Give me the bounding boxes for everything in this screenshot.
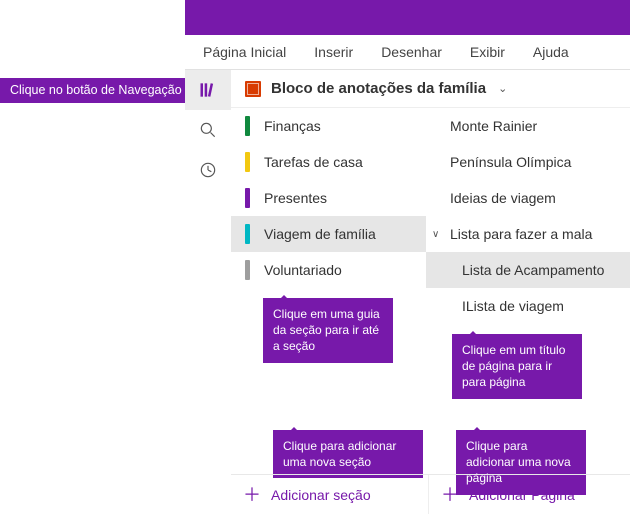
page-item[interactable]: Lista de Acampamento (426, 252, 630, 288)
add-section-button[interactable]: ＋ Adicionar seção (231, 475, 428, 514)
chevron-down-icon: ⌄ (498, 82, 507, 95)
section-label: Tarefas de casa (264, 154, 363, 170)
callout-section-tab: Clique em uma guia da seção para ir até … (263, 298, 393, 363)
page-label: Lista para fazer a mala (450, 226, 592, 242)
section-item[interactable]: Presentes (231, 180, 426, 216)
notebook-picker[interactable]: Bloco de anotações da família ⌄ (231, 70, 630, 108)
page-label: Monte Rainier (450, 118, 537, 134)
section-label: Presentes (264, 190, 327, 206)
notebook-icon (245, 81, 261, 97)
add-page-label: Adicionar Página (469, 487, 575, 503)
page-item[interactable]: Ideias de viagem (426, 180, 630, 216)
section-color-tab (245, 152, 250, 172)
tab-view[interactable]: Exibir (470, 44, 505, 60)
add-page-button[interactable]: ＋ Adicionar Página (428, 475, 630, 514)
notebook-title: Bloco de anotações da família (271, 80, 486, 97)
page-label: ILista de viagem (462, 298, 564, 314)
section-item[interactable]: Voluntariado (231, 252, 426, 288)
page-label: Ideias de viagem (450, 190, 556, 206)
nav-button[interactable] (185, 70, 231, 110)
clock-icon (198, 160, 218, 180)
section-color-tab (245, 188, 250, 208)
section-label: Viagem de família (264, 226, 376, 242)
page-item[interactable]: Monte Rainier (426, 108, 630, 144)
plus-icon: ＋ (243, 486, 261, 504)
add-row: ＋ Adicionar seção ＋ Adicionar Página (231, 474, 630, 514)
plus-icon: ＋ (441, 486, 459, 504)
ribbon-tabs: Página Inicial Inserir Desenhar Exibir A… (185, 35, 630, 70)
tab-insert[interactable]: Inserir (314, 44, 353, 60)
tab-draw[interactable]: Desenhar (381, 44, 442, 60)
search-button[interactable] (185, 110, 231, 150)
callout-add-section: Clique para adicionar uma nova seção (273, 430, 423, 478)
title-bar (185, 0, 630, 35)
page-label: Lista de Acampamento (462, 262, 604, 278)
section-item[interactable]: Finanças (231, 108, 426, 144)
chevron-down-icon[interactable]: ∨ (432, 229, 439, 240)
add-section-label: Adicionar seção (271, 487, 371, 503)
section-color-tab (245, 116, 250, 136)
tab-home[interactable]: Página Inicial (203, 44, 286, 60)
recent-button[interactable] (185, 150, 231, 190)
callout-page-title: Clique em um título de página para ir pa… (452, 334, 582, 399)
page-item[interactable]: Península Olímpica (426, 144, 630, 180)
callout-nav-button: Clique no botão de Navegação (0, 78, 192, 103)
nav-rail (185, 70, 231, 514)
page-item[interactable]: ILista de viagem (426, 288, 630, 324)
section-color-tab (245, 260, 250, 280)
section-label: Voluntariado (264, 262, 342, 278)
books-icon (198, 80, 218, 100)
section-item[interactable]: Tarefas de casa (231, 144, 426, 180)
section-color-tab (245, 224, 250, 244)
page-label: Península Olímpica (450, 154, 571, 170)
section-label: Finanças (264, 118, 321, 134)
search-icon (198, 120, 218, 140)
page-item[interactable]: ∨ Lista para fazer a mala (426, 216, 630, 252)
sections-list: Finanças Tarefas de casa Presentes Viage… (231, 108, 426, 478)
pages-list: Monte Rainier Península Olímpica Ideias … (426, 108, 630, 478)
tab-help[interactable]: Ajuda (533, 44, 569, 60)
section-item[interactable]: Viagem de família (231, 216, 426, 252)
